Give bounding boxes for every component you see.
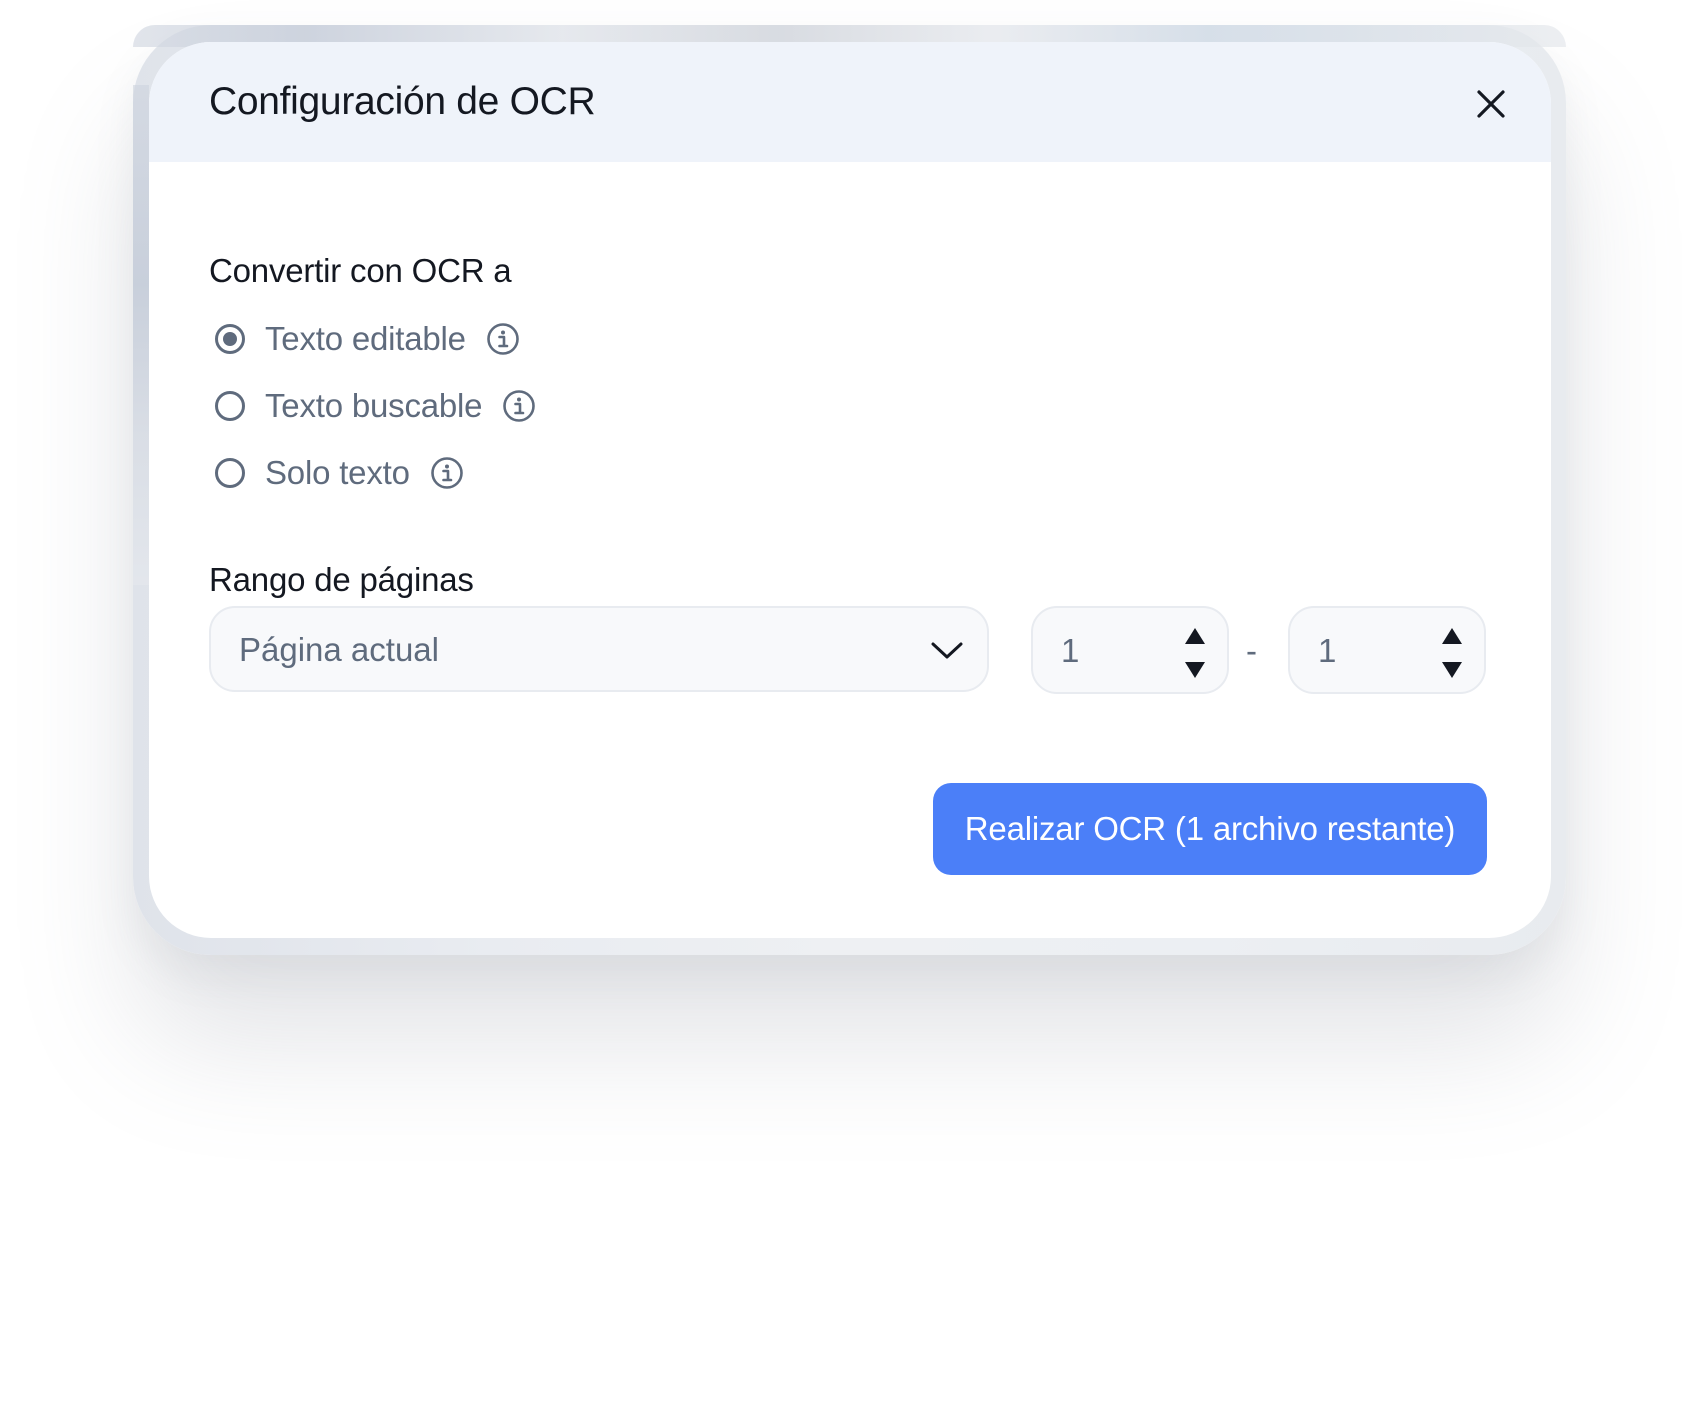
range-separator: - bbox=[1246, 632, 1257, 669]
triangle-up-icon[interactable] bbox=[1440, 626, 1464, 646]
page-range-select-value: Página actual bbox=[239, 631, 439, 668]
perform-ocr-button[interactable]: Realizar OCR (1 archivo restante) bbox=[933, 783, 1487, 875]
radio-button[interactable] bbox=[215, 458, 245, 488]
close-button[interactable] bbox=[1469, 82, 1513, 126]
page-range-label: Rango de páginas bbox=[209, 561, 474, 598]
radio-label: Texto buscable bbox=[265, 387, 483, 424]
page-range-select[interactable]: Página actual bbox=[209, 606, 989, 692]
radio-label: Solo texto bbox=[265, 454, 410, 491]
close-icon bbox=[1477, 90, 1505, 118]
ocr-settings-dialog: Configuración de OCR Convertir con OCR a… bbox=[149, 42, 1551, 938]
radio-option-searchable-text[interactable]: Texto buscable bbox=[215, 381, 536, 431]
dialog-title: Configuración de OCR bbox=[209, 80, 596, 123]
radio-button[interactable] bbox=[215, 391, 245, 421]
convert-section-label: Convertir con OCR a bbox=[209, 252, 512, 289]
dialog-header: Configuración de OCR bbox=[149, 42, 1551, 162]
radio-option-text-only[interactable]: Solo texto bbox=[215, 448, 464, 498]
triangle-down-icon[interactable] bbox=[1183, 660, 1207, 680]
screen: Configuración de OCR Convertir con OCR a… bbox=[0, 0, 1690, 1410]
background-blur-left bbox=[133, 85, 149, 585]
radio-label: Texto editable bbox=[265, 320, 466, 357]
info-icon[interactable] bbox=[430, 456, 464, 490]
triangle-up-icon[interactable] bbox=[1183, 626, 1207, 646]
page-to-stepper[interactable]: 1 bbox=[1288, 606, 1486, 694]
radio-option-editable-text[interactable]: Texto editable bbox=[215, 314, 520, 364]
info-icon[interactable] bbox=[486, 322, 520, 356]
page-to-value[interactable]: 1 bbox=[1318, 632, 1336, 670]
page-from-stepper[interactable]: 1 bbox=[1031, 606, 1229, 694]
info-icon[interactable] bbox=[502, 389, 536, 423]
page-from-value[interactable]: 1 bbox=[1061, 632, 1079, 670]
triangle-down-icon[interactable] bbox=[1440, 660, 1464, 680]
chevron-down-icon bbox=[931, 642, 963, 659]
radio-button-checked[interactable] bbox=[215, 324, 245, 354]
